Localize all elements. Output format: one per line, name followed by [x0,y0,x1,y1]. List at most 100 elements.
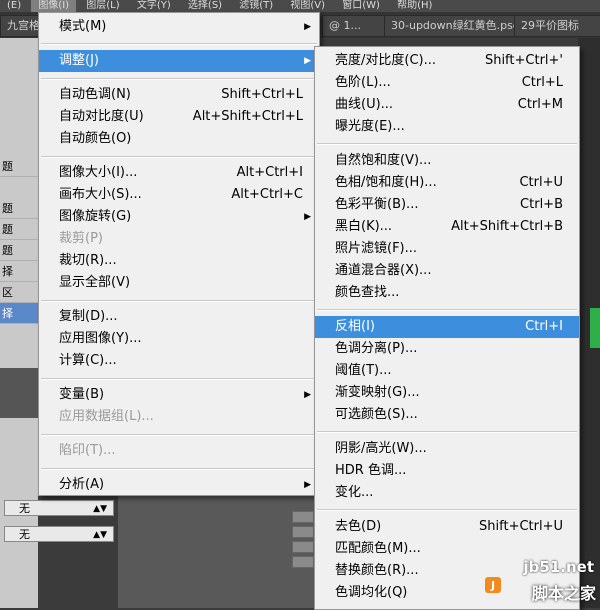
adjust-menu-item[interactable]: 曲线(U)... Ctrl+M [315,94,579,116]
adjust-menu-item[interactable]: 曝光度(E)... [315,116,579,138]
adjust-menu-item[interactable]: 阈值(T)... [315,360,579,382]
adjust-menu-item[interactable]: 通道混合器(X)... [315,260,579,282]
right-panel-strip [578,38,600,608]
menu-item-label: 曝光度(E)... [335,119,405,134]
menu-item-label: 反相(I) [335,319,375,334]
dropdown-field[interactable]: 无 ▲▼ [4,500,114,516]
adjust-menu-item[interactable]: 去色(D) Shift+Ctrl+U [315,516,579,538]
adjust-menu-item[interactable]: 黑白(K)... Alt+Shift+Ctrl+B [315,216,579,238]
adjust-menu-item[interactable]: HDR 色调... [315,460,579,482]
menu-select[interactable]: 选择(S) [181,0,229,12]
image-menu-item[interactable]: 变量(B) ▶ [39,384,319,406]
submenu-arrow-icon: ▶ [304,56,311,66]
adjust-menu-item[interactable]: 反相(I) Ctrl+I [315,316,579,338]
menu-item-shortcut: Ctrl+M [517,97,563,112]
panel-row-selected[interactable]: 择 [0,303,38,324]
menu-item-label: 陷印(T)... [59,443,116,458]
submenu-arrow-icon: ▶ [304,390,311,400]
image-menu-item[interactable]: 分析(A) ▶ [39,474,319,496]
menu-separator [41,78,317,80]
panel-row[interactable]: 题 [0,198,38,219]
menu-item-label: 阈值(T)... [335,363,392,378]
menu-item-shortcut: Shift+Ctrl+U [479,519,563,534]
tool-button[interactable] [292,526,314,538]
image-menu-item[interactable]: 图像大小(I)... Alt+Ctrl+I [39,162,319,184]
adjust-menu-item[interactable]: 阴影/高光(W)... [315,438,579,460]
menu-item-label: 图像大小(I)... [59,165,138,180]
menu-item-label: 色调分离(P)... [335,341,418,356]
image-menu-item[interactable]: 模式(M) ▶ [39,16,319,38]
menu-help[interactable]: 帮助(H) [390,0,439,12]
menu-item-shortcut: Ctrl+L [521,75,563,90]
menu-item-label: 替换颜色(R)... [335,563,419,578]
menu-image[interactable]: 图像(I) [31,0,77,12]
dropdown-value: 无 [19,502,30,515]
menu-item-shortcut: Alt+Ctrl+I [236,165,303,180]
adjust-menu-item[interactable]: 照片滤镜(F)... [315,238,579,260]
menu-item-label: 色阶(L)... [335,75,391,90]
menu-item-label: 去色(D) [335,519,382,534]
document-tab[interactable]: 29平价图标 [514,15,600,37]
image-menu-item[interactable]: 自动对比度(U) Alt+Shift+Ctrl+L [39,106,319,128]
menu-edit[interactable]: (E) [0,0,28,12]
image-menu-item[interactable]: 自动颜色(O) [39,128,319,150]
tool-button[interactable] [292,556,314,568]
menu-item-label: 调整(J) [59,53,99,68]
watermark-logo-icon: J [485,577,501,593]
image-menu-item[interactable]: 显示全部(V) [39,272,319,294]
adjust-menu-item[interactable]: 亮度/对比度(C)... Shift+Ctrl+' [315,50,579,72]
app-menubar: (E) 图像(I) 图层(L) 文字(Y) 选择(S) 滤镜(T) 视图(V) … [0,0,600,12]
panel-row[interactable]: 择 [0,261,38,282]
menu-item-shortcut: Alt+Shift+Ctrl+L [192,109,303,124]
menu-item-shortcut: Ctrl+U [519,175,563,190]
menu-item-label: 黑白(K)... [335,219,393,234]
adjust-menu-item[interactable]: 自然饱和度(V)... [315,150,579,172]
image-menu-item: 陷印(T)... [39,440,319,462]
panel-row[interactable]: 题 [0,156,38,177]
adjust-menu-item[interactable]: 可选颜色(S)... [315,404,579,426]
menu-item-label: 应用数据组(L)... [59,409,154,424]
submenu-arrow-icon: ▶ [304,480,311,490]
panel-row[interactable]: 题 [0,240,38,261]
image-menu-item[interactable]: 画布大小(S)... Alt+Ctrl+C [39,184,319,206]
tool-button[interactable] [292,511,314,523]
menu-filter[interactable]: 滤镜(T) [232,0,280,12]
menu-item-shortcut: Ctrl+I [525,319,563,334]
image-menu-item[interactable]: 计算(C)... [39,350,319,372]
adjust-menu-item[interactable]: 色相/饱和度(H)... Ctrl+U [315,172,579,194]
panel-row[interactable]: 题 [0,219,38,240]
menu-item-label: 自动色调(N) [59,87,131,102]
menu-item-label: 可选颜色(S)... [335,407,418,422]
image-menu-item[interactable]: 图像旋转(G) ▶ [39,206,319,228]
image-menu-item[interactable]: 自动色调(N) Shift+Ctrl+L [39,84,319,106]
menu-item-label: 图像旋转(G) [59,209,132,224]
panel-row[interactable]: 区 [0,282,38,303]
image-menu-item[interactable]: 调整(J) ▶ [39,50,319,72]
dropdown-field[interactable]: 无 ▲▼ [4,526,114,542]
menu-view[interactable]: 视图(V) [283,0,332,12]
panel-divider [0,368,38,418]
adjust-menu-item[interactable]: 色彩平衡(B)... Ctrl+B [315,194,579,216]
image-menu-item[interactable]: 裁切(R)... [39,250,319,272]
menu-item-label: 阴影/高光(W)... [335,441,427,456]
menu-layer[interactable]: 图层(L) [79,0,126,12]
adjust-menu-item[interactable]: 渐变映射(G)... [315,382,579,404]
menu-window[interactable]: 窗口(W) [335,0,387,12]
menu-item-label: 裁切(R)... [59,253,117,268]
menu-item-label: 应用图像(Y)... [59,331,142,346]
menu-item-label: 色彩平衡(B)... [335,197,419,212]
document-tab[interactable]: 30-updown绿红黄色.psd [384,15,526,37]
menu-item-label: 色调均化(Q) [335,585,408,600]
menu-separator [41,43,317,45]
adjust-menu-item[interactable]: 色调分离(P)... [315,338,579,360]
adjust-menu-item[interactable]: 颜色查找... [315,282,579,304]
adjust-menu-item[interactable]: 色阶(L)... Ctrl+L [315,72,579,94]
menu-item-label: 渐变映射(G)... [335,385,420,400]
dropdown-arrow-icon: ▲▼ [93,530,107,540]
menu-item-label: 模式(M) [59,19,107,34]
tool-button[interactable] [292,541,314,553]
adjust-menu-item[interactable]: 变化... [315,482,579,504]
menu-type[interactable]: 文字(Y) [130,0,178,12]
image-menu-item[interactable]: 应用图像(Y)... [39,328,319,350]
image-menu-item[interactable]: 复制(D)... [39,306,319,328]
